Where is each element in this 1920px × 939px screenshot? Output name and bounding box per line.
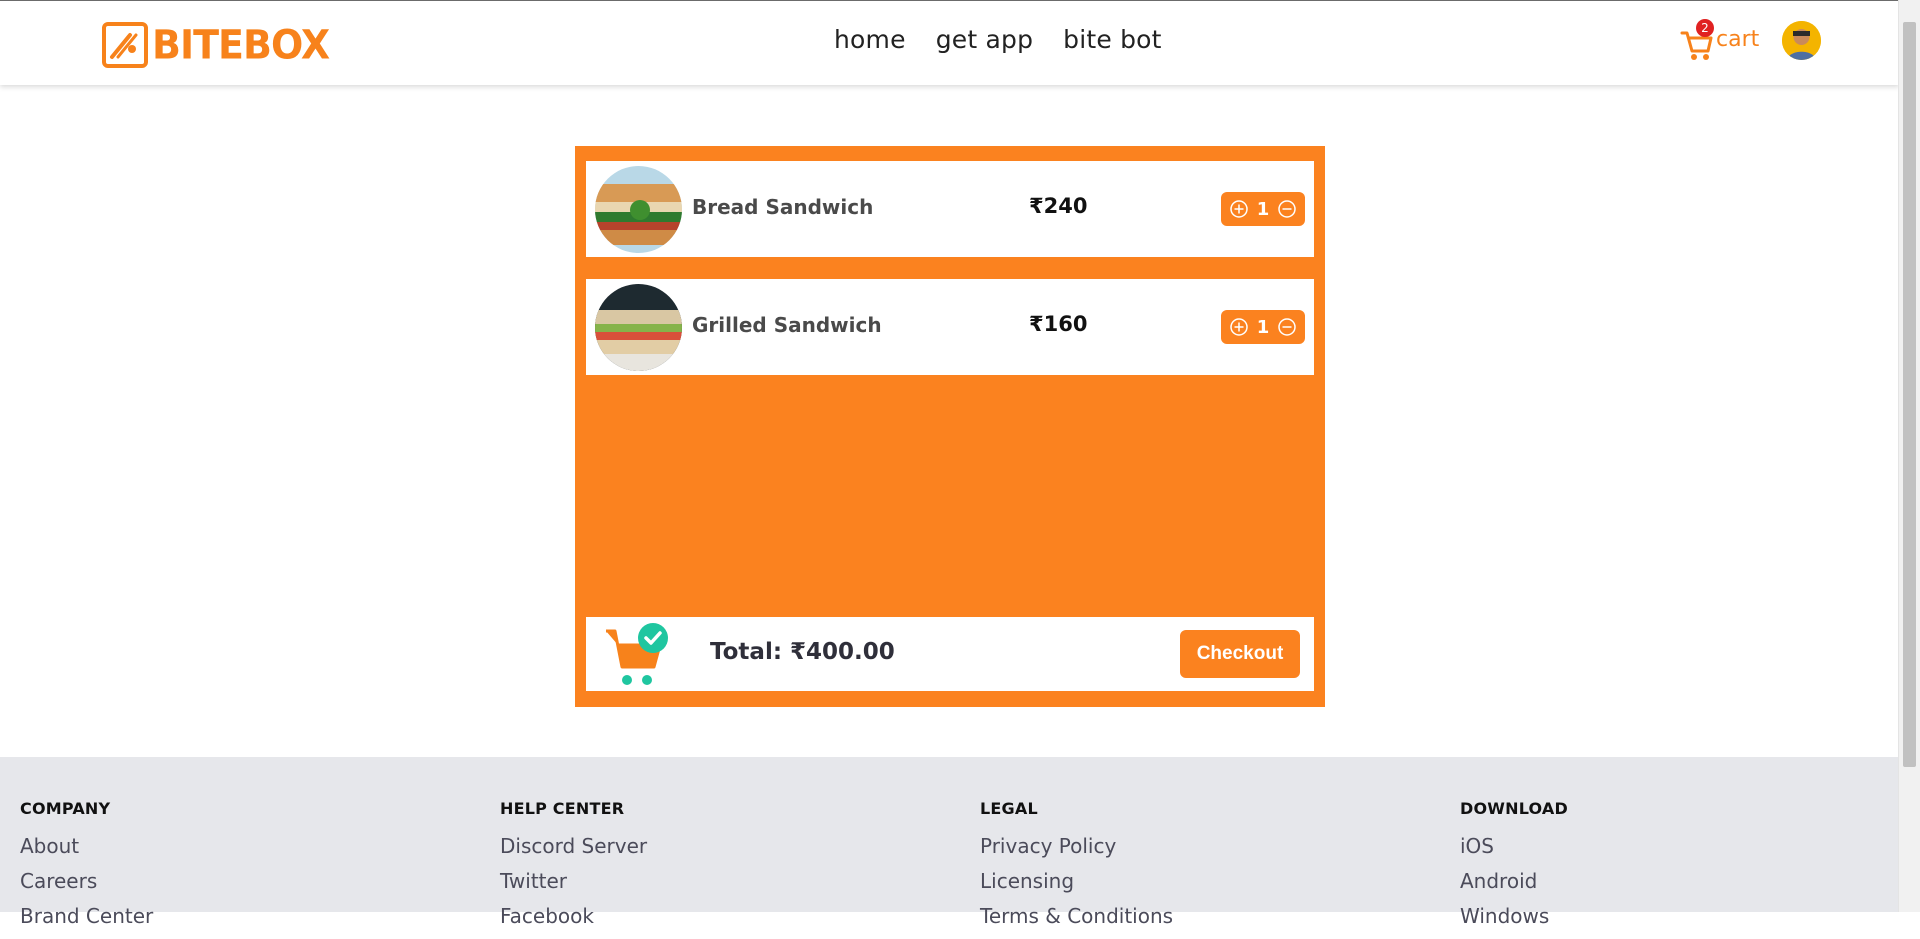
nav-home[interactable]: home xyxy=(834,25,906,54)
brand-logo[interactable]: BITEBOX xyxy=(100,20,330,70)
cart-check-icon xyxy=(606,623,668,685)
nav-get-app[interactable]: get app xyxy=(936,25,1033,54)
cart-icon: 2 xyxy=(1680,19,1714,61)
footer-company: COMPANY About Careers Brand Center xyxy=(20,799,153,939)
item-name: Grilled Sandwich xyxy=(692,313,882,337)
quantity-stepper: 1 xyxy=(1221,192,1305,226)
top-navbar: BITEBOX home get app bite bot 2 cart xyxy=(0,0,1899,85)
footer-download: DOWNLOAD iOS Android Windows xyxy=(1460,799,1568,939)
footer-link[interactable]: Android xyxy=(1460,869,1568,894)
item-image xyxy=(595,284,682,371)
logo-icon xyxy=(102,22,148,68)
item-image xyxy=(595,166,682,253)
footer-help-center: HELP CENTER Discord Server Twitter Faceb… xyxy=(500,799,647,939)
cart-panel: Bread Sandwich ₹240 1 Grilled Sandwich ₹… xyxy=(575,146,1325,707)
quantity-value: 1 xyxy=(1256,316,1270,338)
footer-legal: LEGAL Privacy Policy Licensing Terms & C… xyxy=(980,799,1173,939)
footer-link[interactable]: Brand Center xyxy=(20,904,153,929)
cart-item: Bread Sandwich ₹240 1 xyxy=(586,161,1314,257)
footer-link[interactable]: Windows xyxy=(1460,904,1568,929)
cart-item: Grilled Sandwich ₹160 1 xyxy=(586,279,1314,375)
minus-circle-icon[interactable] xyxy=(1277,199,1297,219)
footer-link[interactable]: Terms & Conditions xyxy=(980,904,1173,929)
footer-link[interactable]: Discord Server xyxy=(500,834,647,859)
minus-circle-icon[interactable] xyxy=(1277,317,1297,337)
footer-link[interactable]: Privacy Policy xyxy=(980,834,1173,859)
footer-link[interactable]: Licensing xyxy=(980,869,1173,894)
nav-bite-bot[interactable]: bite bot xyxy=(1063,25,1162,54)
checkout-button[interactable]: Checkout xyxy=(1180,630,1300,678)
footer-link[interactable]: Careers xyxy=(20,869,153,894)
cart-link[interactable]: 2 cart xyxy=(1680,19,1760,61)
scrollbar-thumb[interactable] xyxy=(1903,22,1916,767)
item-name: Bread Sandwich xyxy=(692,195,874,219)
quantity-stepper: 1 xyxy=(1221,310,1305,344)
quantity-value: 1 xyxy=(1256,198,1270,220)
vertical-scrollbar[interactable] xyxy=(1898,0,1920,912)
main-nav: home get app bite bot xyxy=(834,25,1162,54)
footer-link[interactable]: Facebook xyxy=(500,904,647,929)
footer: COMPANY About Careers Brand Center HELP … xyxy=(0,757,1899,928)
footer-heading: HELP CENTER xyxy=(500,799,625,818)
item-price: ₹160 xyxy=(1029,312,1088,336)
brand-name: BITEBOX xyxy=(152,21,330,69)
plus-circle-icon[interactable] xyxy=(1229,199,1249,219)
cart-label: cart xyxy=(1716,26,1760,52)
footer-heading: COMPANY xyxy=(20,799,111,818)
cart-total: Total: ₹400.00 xyxy=(710,639,895,665)
user-avatar[interactable] xyxy=(1782,21,1821,60)
cart-count-badge: 2 xyxy=(1696,19,1714,37)
footer-link[interactable]: iOS xyxy=(1460,834,1568,859)
cart-summary: Total: ₹400.00 Checkout xyxy=(586,617,1314,691)
footer-link[interactable]: About xyxy=(20,834,153,859)
footer-link[interactable]: Twitter xyxy=(500,869,647,894)
footer-heading: LEGAL xyxy=(980,799,1038,818)
plus-circle-icon[interactable] xyxy=(1229,317,1249,337)
item-price: ₹240 xyxy=(1029,194,1088,218)
footer-heading: DOWNLOAD xyxy=(1460,799,1568,818)
